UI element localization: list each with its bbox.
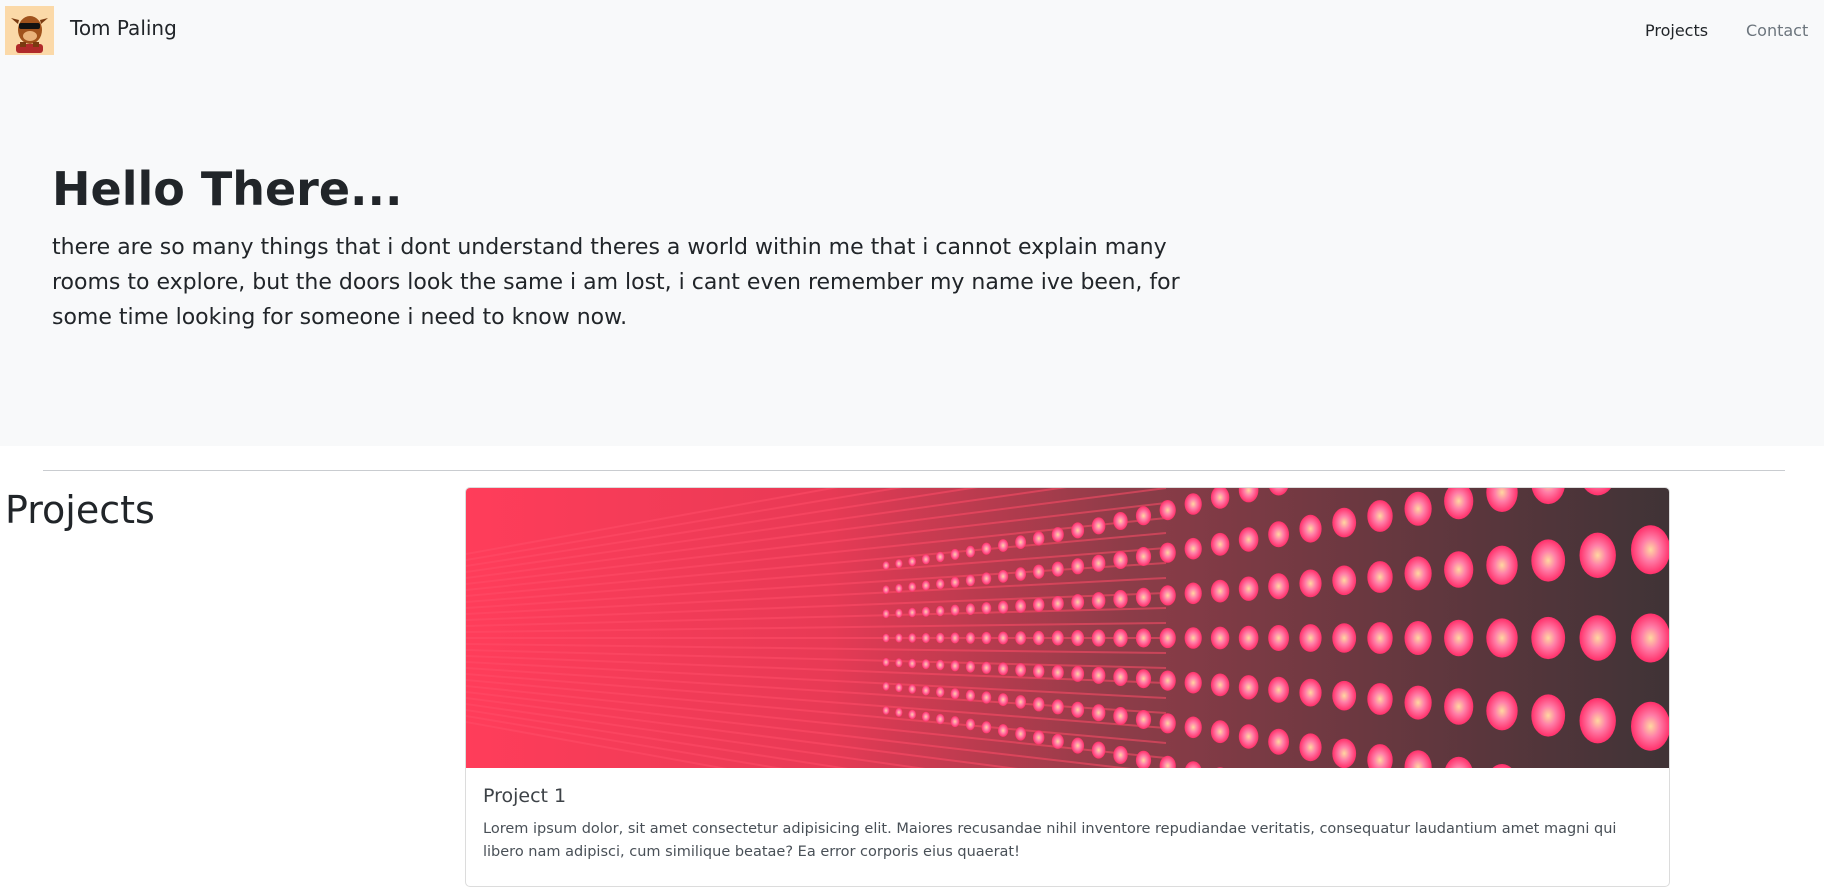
project-image xyxy=(466,488,1669,768)
hero-title: Hello There... xyxy=(52,162,403,216)
navbar: Tom Paling Projects Contact xyxy=(0,0,1824,60)
section-divider xyxy=(43,470,1785,471)
hero-section: Hello There... there are so many things … xyxy=(0,60,1824,446)
hero-text: there are so many things that i dont und… xyxy=(52,235,1180,330)
project-card-title: Project 1 xyxy=(483,785,567,807)
brand-logo-icon[interactable] xyxy=(5,6,54,55)
project-card-text: Lorem ipsum dolor, sit amet consectetur … xyxy=(483,821,1617,860)
project-card[interactable]: Project 1 Lorem ipsum dolor, sit amet co… xyxy=(465,487,1670,887)
brand-name[interactable]: Tom Paling xyxy=(70,16,177,40)
nav-link-contact[interactable]: Contact xyxy=(1746,21,1808,40)
nav-link-projects[interactable]: Projects xyxy=(1645,21,1708,40)
projects-heading: Projects xyxy=(5,488,155,532)
